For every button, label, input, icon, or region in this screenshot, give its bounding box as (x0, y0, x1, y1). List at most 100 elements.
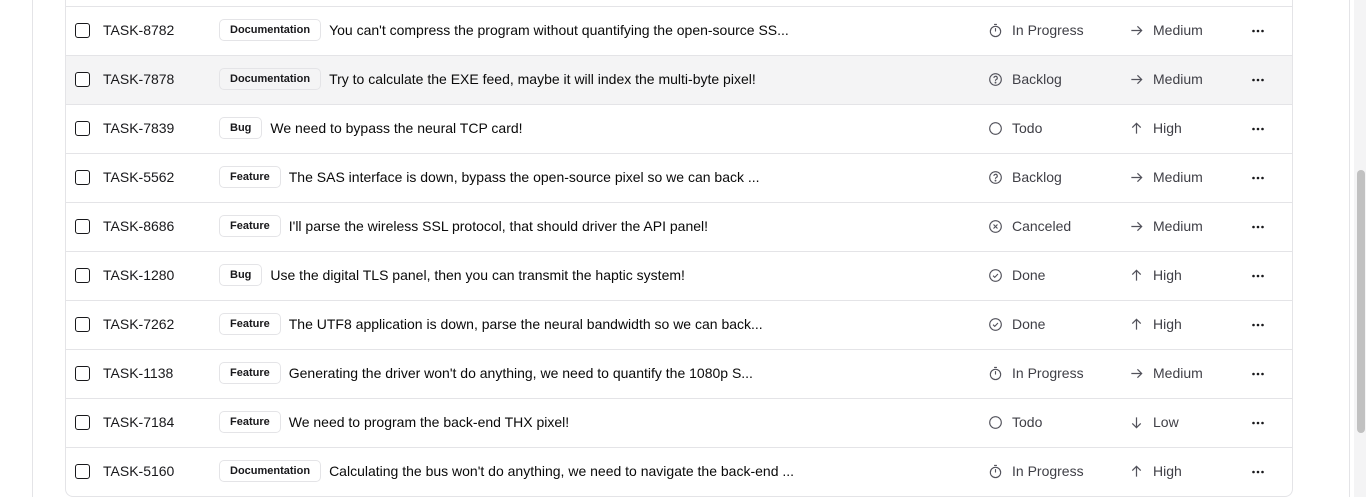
task-id: TASK-1280 (103, 267, 175, 283)
row-actions-button[interactable] (1248, 168, 1268, 188)
table-row[interactable]: TASK-1280 Bug Use the digital TLS panel,… (66, 251, 1292, 300)
circle-icon (988, 121, 1003, 136)
table-row[interactable]: TASK-5562 Feature The SAS interface is d… (66, 153, 1292, 202)
x-circle-icon (988, 219, 1003, 234)
task-id: TASK-7184 (103, 414, 175, 430)
priority-label: Low (1153, 414, 1179, 430)
task-id: TASK-7262 (103, 316, 175, 332)
status-cell: In Progress (988, 22, 1084, 38)
task-id: TASK-8782 (103, 22, 175, 38)
more-horizontal-icon (1250, 317, 1266, 333)
help-circle-icon (988, 72, 1003, 87)
table-row[interactable]: TASK-7184 Feature We need to program the… (66, 398, 1292, 447)
row-actions-button[interactable] (1248, 413, 1268, 433)
priority-cell: Medium (1129, 22, 1203, 38)
row-select-checkbox[interactable] (75, 121, 90, 136)
row-select-checkbox[interactable] (75, 170, 90, 185)
row-actions-button[interactable] (1248, 266, 1268, 286)
arrow-up-icon (1129, 317, 1144, 332)
status-label: Todo (1012, 120, 1043, 136)
task-title: We need to program the back-end THX pixe… (288, 414, 570, 430)
arrow-up-icon (1129, 121, 1144, 136)
label-badge: Bug (219, 117, 263, 139)
task-title: You can't compress the program without q… (329, 22, 789, 38)
row-select-checkbox[interactable] (75, 219, 90, 234)
title-cell: Documentation You can't compress the pro… (219, 19, 789, 41)
row-select-checkbox[interactable] (75, 317, 90, 332)
more-horizontal-icon (1250, 170, 1266, 186)
more-horizontal-icon (1250, 366, 1266, 382)
task-title: Use the digital TLS panel, then you can … (270, 267, 685, 283)
priority-label: Medium (1153, 22, 1203, 38)
table-row[interactable]: TASK-8686 Feature I'll parse the wireles… (66, 202, 1292, 251)
table-row[interactable]: TASK-8782 Documentation You can't compre… (66, 6, 1292, 55)
status-label: Todo (1012, 414, 1043, 430)
priority-cell: Medium (1129, 365, 1203, 381)
table-row[interactable]: TASK-7878 Documentation Try to calculate… (66, 55, 1292, 104)
status-label: In Progress (1012, 463, 1084, 479)
label-badge: Feature (219, 411, 281, 433)
status-cell: Done (988, 316, 1045, 332)
row-actions-button[interactable] (1248, 119, 1268, 139)
more-horizontal-icon (1250, 121, 1266, 137)
priority-label: Medium (1153, 218, 1203, 234)
task-title: The SAS interface is down, bypass the op… (288, 169, 760, 185)
label-badge: Documentation (219, 68, 322, 90)
row-select-checkbox[interactable] (75, 23, 90, 38)
row-actions-button[interactable] (1248, 21, 1268, 41)
help-circle-icon (988, 170, 1003, 185)
priority-cell: High (1129, 120, 1182, 136)
priority-label: High (1153, 120, 1182, 136)
task-id: TASK-8686 (103, 218, 175, 234)
row-select-checkbox[interactable] (75, 268, 90, 283)
title-cell: Bug Use the digital TLS panel, then you … (219, 264, 685, 286)
task-title: I'll parse the wireless SSL protocol, th… (288, 218, 709, 234)
row-select-checkbox[interactable] (75, 464, 90, 479)
task-id: TASK-1138 (103, 365, 174, 381)
status-cell: Todo (988, 120, 1042, 136)
row-actions-button[interactable] (1248, 364, 1268, 384)
task-id: TASK-7878 (103, 71, 175, 87)
task-title: Generating the driver won't do anything,… (288, 365, 753, 381)
priority-cell: Medium (1129, 169, 1203, 185)
more-horizontal-icon (1250, 72, 1266, 88)
table-row[interactable]: TASK-7262 Feature The UTF8 application i… (66, 300, 1292, 349)
priority-label: High (1153, 267, 1182, 283)
task-id: TASK-5160 (103, 463, 175, 479)
arrow-right-icon (1129, 72, 1144, 87)
arrow-right-icon (1129, 170, 1144, 185)
timer-icon (988, 464, 1003, 479)
row-select-checkbox[interactable] (75, 415, 90, 430)
row-select-checkbox[interactable] (75, 366, 90, 381)
tasks-table: TASK-8782 Documentation You can't compre… (65, 0, 1293, 497)
status-cell: Backlog (988, 169, 1062, 185)
arrow-up-icon (1129, 464, 1144, 479)
label-badge: Documentation (219, 19, 322, 41)
status-label: Canceled (1012, 218, 1072, 234)
check-circle-icon (988, 317, 1003, 332)
more-horizontal-icon (1250, 23, 1266, 39)
row-actions-button[interactable] (1248, 217, 1268, 237)
row-actions-button[interactable] (1248, 462, 1268, 482)
title-cell: Bug We need to bypass the neural TCP car… (219, 117, 523, 139)
task-title: Calculating the bus won't do anything, w… (329, 463, 795, 479)
priority-cell: Medium (1129, 71, 1203, 87)
more-horizontal-icon (1250, 219, 1266, 235)
label-badge: Bug (219, 264, 263, 286)
row-select-checkbox[interactable] (75, 72, 90, 87)
row-actions-button[interactable] (1248, 70, 1268, 90)
table-row[interactable]: TASK-5160 Documentation Calculating the … (66, 447, 1292, 496)
arrow-down-icon (1129, 415, 1144, 430)
status-label: In Progress (1012, 22, 1084, 38)
label-badge: Feature (219, 166, 281, 188)
status-label: Done (1012, 316, 1046, 332)
row-actions-button[interactable] (1248, 315, 1268, 335)
title-cell: Feature The SAS interface is down, bypas… (219, 166, 760, 188)
title-cell: Feature We need to program the back-end … (219, 411, 569, 433)
scrollbar-thumb[interactable] (1357, 170, 1365, 433)
table-row[interactable]: TASK-1138 Feature Generating the driver … (66, 349, 1292, 398)
timer-icon (988, 366, 1003, 381)
priority-label: High (1153, 463, 1182, 479)
table-row[interactable]: TASK-7839 Bug We need to bypass the neur… (66, 104, 1292, 153)
circle-icon (988, 415, 1003, 430)
